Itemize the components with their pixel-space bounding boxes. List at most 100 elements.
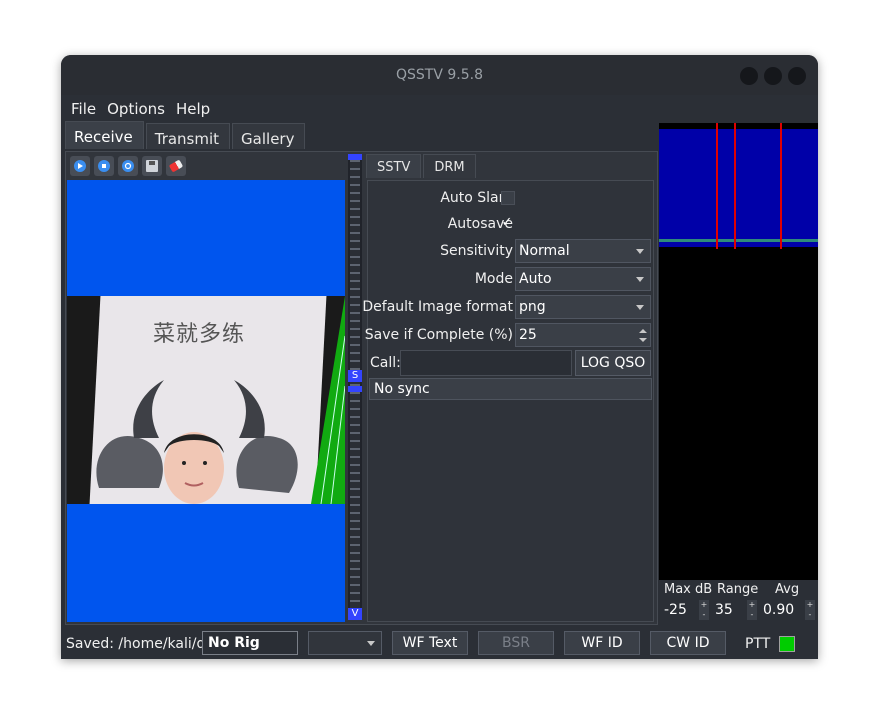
sstv-form: Auto Slant Autosave ✓ Sensitivity Normal… bbox=[362, 180, 654, 622]
received-image: 菜就多练 bbox=[67, 296, 345, 504]
image-format-row: Default Image format png bbox=[362, 294, 653, 320]
close-button[interactable] bbox=[788, 67, 806, 85]
sync-status: No sync bbox=[369, 378, 652, 400]
status-bar: Saved: /home/kali/q No Rig WF Text BSR W… bbox=[61, 627, 818, 659]
title-bar: QSSTV 9.5.8 bbox=[61, 55, 818, 95]
tab-drm[interactable]: DRM bbox=[423, 154, 476, 178]
sstv-settings-panel: SSTV DRM Auto Slant Autosave ✓ Sensitivi… bbox=[362, 154, 654, 622]
receive-panel: 菜就多练 S V SSTV DRM Auto Slant Autosave ✓ … bbox=[65, 151, 658, 625]
slider-marker-s[interactable]: S bbox=[348, 370, 362, 382]
image-caption: 菜就多练 bbox=[153, 322, 246, 347]
save-complete-label: Save if Complete (%) bbox=[364, 327, 513, 343]
max-db-value[interactable]: -25 bbox=[664, 602, 687, 618]
slider-marker-v[interactable]: V bbox=[348, 608, 362, 620]
cw-id-button[interactable]: CW ID bbox=[650, 631, 726, 655]
waterfall-display bbox=[659, 249, 818, 579]
range-value[interactable]: 35 bbox=[715, 602, 733, 618]
waterfall-panel: Max dB Range Avg -25 + - 35 + - 0.90 + - bbox=[659, 123, 818, 623]
chevron-down-icon bbox=[636, 305, 644, 310]
ptt-label: PTT bbox=[745, 636, 771, 652]
window-title: QSSTV 9.5.8 bbox=[396, 67, 483, 83]
max-db-label: Max dB bbox=[664, 582, 713, 597]
sync-level-slider[interactable]: S V bbox=[348, 154, 362, 620]
start-icon bbox=[74, 160, 86, 172]
menu-bar: File Options Help bbox=[61, 95, 818, 121]
sensitivity-value: Normal bbox=[519, 243, 570, 259]
image-green-artifact bbox=[311, 296, 345, 504]
menu-file[interactable]: File bbox=[61, 95, 101, 121]
avg-label: Avg bbox=[775, 582, 800, 597]
spectrum-display bbox=[659, 129, 818, 247]
auto-slant-row: Auto Slant bbox=[368, 185, 653, 211]
tab-gallery[interactable]: Gallery bbox=[232, 123, 306, 149]
avg-spinner[interactable]: + - bbox=[805, 600, 815, 620]
saved-path: Saved: /home/kali/q bbox=[66, 636, 202, 652]
refresh-icon bbox=[122, 160, 134, 172]
autosave-checkbox[interactable]: ✓ bbox=[501, 216, 513, 229]
chevron-down-icon bbox=[367, 641, 375, 646]
qsstv-window: QSSTV 9.5.8 File Options Help Receive Tr… bbox=[61, 55, 818, 659]
mode-label: Mode bbox=[474, 271, 513, 287]
wf-id-button[interactable]: WF ID bbox=[564, 631, 640, 655]
save-image-button[interactable] bbox=[142, 156, 162, 176]
sensitivity-label: Sensitivity bbox=[440, 243, 513, 259]
window-controls bbox=[740, 67, 806, 85]
stop-icon bbox=[98, 160, 110, 172]
mode-select[interactable]: Auto bbox=[515, 267, 651, 291]
ptt-indicator bbox=[779, 636, 795, 652]
rig-status: No Rig bbox=[202, 631, 298, 655]
sensitivity-select[interactable]: Normal bbox=[515, 239, 651, 263]
refresh-button[interactable] bbox=[118, 156, 138, 176]
tab-transmit[interactable]: Transmit bbox=[145, 123, 231, 149]
avg-value[interactable]: 0.90 bbox=[763, 602, 794, 618]
tab-receive[interactable]: Receive bbox=[65, 121, 144, 149]
image-format-value: png bbox=[519, 299, 546, 315]
sensitivity-row: Sensitivity Normal bbox=[368, 238, 653, 264]
chevron-down-icon bbox=[636, 249, 644, 254]
save-icon bbox=[146, 160, 158, 172]
wf-text-button[interactable]: WF Text bbox=[392, 631, 468, 655]
autosave-row: Autosave ✓ bbox=[368, 211, 653, 237]
auto-slant-checkbox[interactable] bbox=[501, 191, 515, 205]
waterfall-stats: Max dB Range Avg -25 + - 35 + - 0.90 + - bbox=[659, 580, 818, 623]
call-input[interactable] bbox=[400, 350, 572, 376]
mode-value: Auto bbox=[519, 271, 552, 287]
save-complete-spinbox[interactable]: 25 bbox=[515, 323, 651, 347]
save-complete-row: Save if Complete (%) 25 bbox=[364, 322, 653, 348]
frequency-marker bbox=[780, 123, 782, 249]
erase-icon bbox=[168, 159, 184, 173]
slider-top-cap bbox=[348, 154, 362, 160]
received-image-area: 菜就多练 bbox=[67, 180, 345, 622]
frequency-marker bbox=[716, 123, 718, 249]
chevron-down-icon bbox=[636, 277, 644, 282]
frequency-marker bbox=[734, 123, 736, 249]
sync-row: No sync bbox=[368, 378, 653, 404]
bsr-button[interactable]: BSR bbox=[478, 631, 554, 655]
main-tabs: Receive Transmit Gallery bbox=[65, 121, 306, 149]
image-format-label: Default Image format bbox=[362, 299, 513, 315]
mode-tabs: SSTV DRM bbox=[366, 154, 476, 178]
menu-help[interactable]: Help bbox=[170, 95, 215, 121]
start-button[interactable] bbox=[70, 156, 90, 176]
spin-up-icon[interactable] bbox=[639, 329, 647, 333]
mode-row: Mode Auto bbox=[368, 266, 653, 292]
range-spinner[interactable]: + - bbox=[747, 600, 757, 620]
erase-button[interactable] bbox=[166, 156, 186, 176]
save-complete-value: 25 bbox=[519, 327, 537, 343]
max-db-spinner[interactable]: + - bbox=[699, 600, 709, 620]
spin-down-icon[interactable] bbox=[639, 338, 647, 342]
maximize-button[interactable] bbox=[764, 67, 782, 85]
spectrum-trace bbox=[659, 239, 818, 242]
status-combo[interactable] bbox=[308, 631, 382, 655]
minimize-button[interactable] bbox=[740, 67, 758, 85]
call-row: Call: LOG QSO bbox=[368, 350, 653, 376]
slider-handle[interactable] bbox=[348, 386, 362, 392]
receive-toolbar bbox=[70, 156, 186, 176]
image-figure bbox=[96, 380, 298, 504]
menu-options[interactable]: Options bbox=[101, 95, 170, 121]
log-qso-button[interactable]: LOG QSO bbox=[575, 350, 651, 376]
stop-button[interactable] bbox=[94, 156, 114, 176]
image-format-select[interactable]: png bbox=[515, 295, 651, 319]
tab-sstv[interactable]: SSTV bbox=[366, 154, 422, 178]
call-label: Call: bbox=[370, 355, 401, 371]
